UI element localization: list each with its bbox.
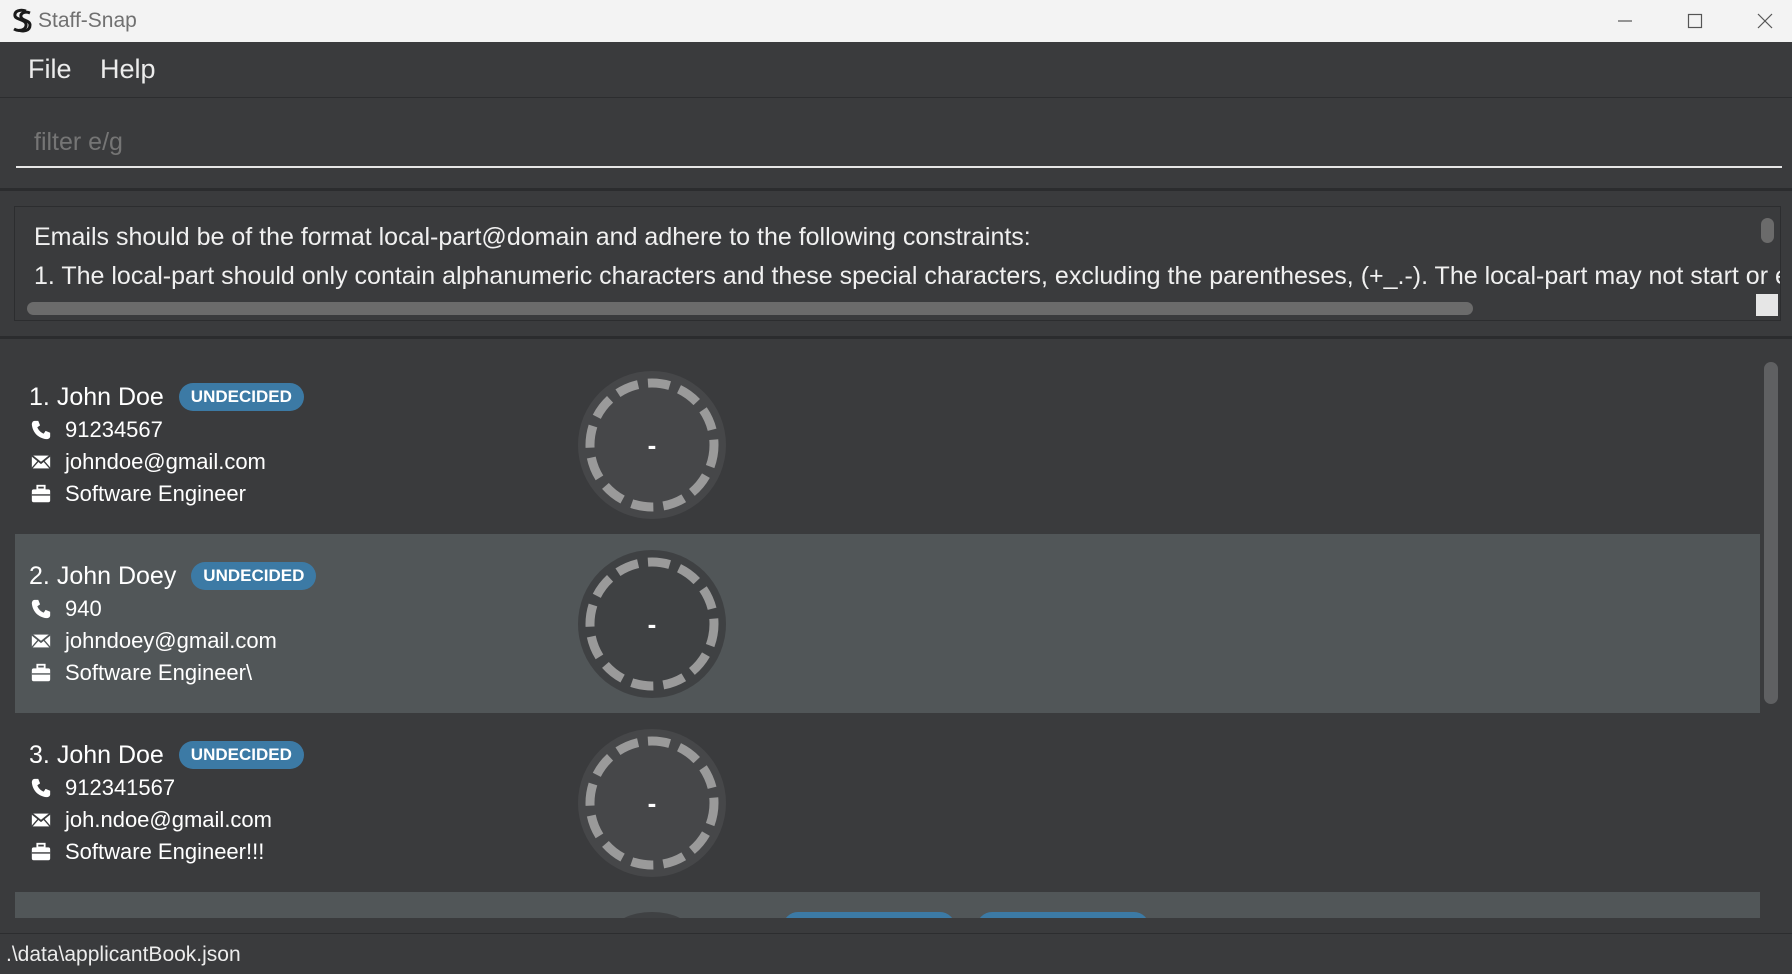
minimize-button[interactable]: [1590, 0, 1660, 42]
result-line-1: Emails should be of the format local-par…: [34, 223, 1031, 251]
status-badge: UNDECIDED: [191, 562, 317, 590]
window-title: Staff-Snap: [38, 9, 137, 32]
score-ring: -: [578, 729, 726, 877]
divider: [0, 188, 1792, 191]
status-badge: UNDECIDED: [178, 741, 304, 769]
menu-file[interactable]: File: [28, 54, 72, 85]
score-ring-partial: [624, 912, 680, 918]
horizontal-scrollbar[interactable]: [27, 302, 1473, 315]
score-text: -: [648, 430, 657, 460]
applicant-card-partial[interactable]: [15, 892, 1760, 918]
close-icon: [1757, 13, 1773, 29]
phone-icon: [31, 778, 51, 798]
score-text: -: [648, 788, 657, 818]
status-badge: UNDECIDED: [178, 383, 304, 411]
email-text: johndoey@gmail.com: [65, 628, 277, 653]
applicant-name: John Doe: [56, 383, 164, 411]
phone-icon: [31, 420, 51, 440]
phone-text: 912341567: [65, 775, 176, 800]
applicant-name: John Doey: [56, 562, 177, 590]
applicant-card[interactable]: 2. John Doey UNDECIDED 940 johndoey@gmai…: [15, 534, 1760, 713]
minimize-icon: [1618, 20, 1632, 22]
applicant-name-line: 1. John Doe UNDECIDED: [29, 383, 304, 412]
position-text: Software Engineer: [65, 481, 246, 506]
envelope-icon: [31, 812, 51, 827]
applicant-name-line: 3. John Doe UNDECIDED: [29, 741, 304, 770]
maximize-icon: [1687, 13, 1703, 29]
maximize-button[interactable]: [1660, 0, 1730, 42]
applicant-card[interactable]: 1. John Doe UNDECIDED 91234567 johndoe@g…: [15, 355, 1760, 534]
applicant-index: 1.: [29, 383, 50, 411]
briefcase-icon: [31, 484, 51, 503]
list-scrollbar[interactable]: [1764, 362, 1778, 704]
envelope-icon: [31, 454, 51, 469]
command-input[interactable]: [16, 118, 1782, 168]
command-box: [0, 98, 1792, 188]
email-text: johndoe@gmail.com: [65, 449, 266, 474]
menu-help[interactable]: Help: [100, 54, 156, 85]
scroll-corner: [1756, 294, 1778, 316]
score-ring: -: [578, 550, 726, 698]
phone-row: 940: [29, 596, 102, 622]
result-display[interactable]: Emails should be of the format local-par…: [14, 206, 1781, 321]
email-row: joh.ndoe@gmail.com: [29, 807, 272, 833]
position-row: Software Engineer!!!: [29, 839, 264, 865]
email-row: johndoey@gmail.com: [29, 628, 277, 654]
applicant-index: 2.: [29, 562, 50, 590]
position-row: Software Engineer: [29, 481, 246, 507]
applicant-list[interactable]: 1. John Doe UNDECIDED 91234567 johndoe@g…: [15, 355, 1760, 918]
score-ring: -: [578, 371, 726, 519]
briefcase-icon: [31, 842, 51, 861]
close-button[interactable]: [1730, 0, 1792, 42]
title-bar: Staff-Snap: [0, 0, 1792, 42]
briefcase-icon: [31, 663, 51, 682]
data-file-path: .\data\applicantBook.json: [6, 943, 241, 966]
applicant-name: John Doe: [56, 741, 164, 769]
status-bar: .\data\applicantBook.json: [0, 933, 1792, 974]
divider: [0, 336, 1792, 339]
phone-row: 912341567: [29, 775, 175, 801]
menu-bar: File Help: [0, 42, 1792, 98]
score-text: -: [648, 609, 657, 639]
envelope-icon: [31, 633, 51, 648]
phone-text: 91234567: [65, 417, 163, 442]
badge-partial: [977, 912, 1149, 918]
phone-text: 940: [65, 596, 102, 621]
position-text: Software Engineer\: [65, 660, 253, 685]
email-row: johndoe@gmail.com: [29, 449, 266, 475]
position-text: Software Engineer!!!: [65, 839, 265, 864]
phone-icon: [31, 599, 51, 619]
applicant-card[interactable]: 3. John Doe UNDECIDED 912341567 joh.ndoe…: [15, 713, 1760, 892]
email-text: joh.ndoe@gmail.com: [65, 807, 272, 832]
result-line-2: 1. The local-part should only contain al…: [34, 262, 1781, 290]
applicant-index: 3.: [29, 741, 50, 769]
applicant-name-line: 2. John Doey UNDECIDED: [29, 562, 317, 591]
vertical-scrollbar[interactable]: [1761, 218, 1774, 243]
phone-row: 91234567: [29, 417, 163, 443]
badge-partial: [783, 912, 955, 918]
app-logo-icon: [13, 8, 32, 33]
position-row: Software Engineer\: [29, 660, 252, 686]
